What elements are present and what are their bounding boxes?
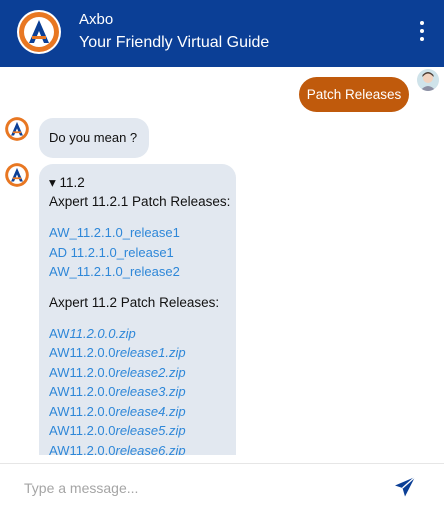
release-link[interactable]: AW_11.2.1.0_release2 <box>49 262 236 282</box>
release-link[interactable]: AW11.2.0.0release1.zip <box>49 343 236 363</box>
user-message: Patch Releases <box>299 77 409 112</box>
release-link[interactable]: AW11.2.0.0release5.zip <box>49 421 236 441</box>
bot-release-list: ▾ 11.2 Axpert 11.2.1 Patch Releases: AW_… <box>39 164 236 455</box>
user-avatar-icon <box>417 69 439 91</box>
bot-message: Do you mean ? <box>39 118 149 158</box>
section-title: Axpert 11.2.1 Patch Releases: <box>49 194 231 209</box>
bot-avatar-icon <box>4 116 30 142</box>
send-icon[interactable] <box>393 475 417 499</box>
release-link[interactable]: AW11.2.0.0.zip <box>49 324 236 344</box>
section-title: Axpert 11.2 Patch Releases: <box>49 294 220 310</box>
release-link[interactable]: AW_11.2.1.0_release1 <box>49 223 236 243</box>
release-link[interactable]: AW11.2.0.0release4.zip <box>49 402 236 422</box>
bot-name: Axbo <box>79 11 114 28</box>
bot-avatar-icon <box>4 162 30 188</box>
release-link[interactable]: AW11.2.0.0release6.zip <box>49 441 236 456</box>
version-toggle[interactable]: ▾ 11.2 <box>49 175 236 191</box>
chat-header: Axbo Your Friendly Virtual Guide <box>0 0 444 67</box>
chat-messages[interactable]: Patch Releases Do you mean ? ▾ 11.2 Axpe… <box>0 67 444 455</box>
bot-subtitle: Your Friendly Virtual Guide <box>79 34 270 51</box>
release-link[interactable]: AD 11.2.1.0_release1 <box>49 243 236 263</box>
kebab-menu-icon[interactable] <box>418 21 426 41</box>
message-input[interactable] <box>22 472 366 504</box>
release-link[interactable]: AW11.2.0.0release2.zip <box>49 363 236 383</box>
axbo-logo-icon <box>17 10 61 54</box>
release-link[interactable]: AW11.2.0.0release3.zip <box>49 382 236 402</box>
message-composer <box>0 463 444 511</box>
